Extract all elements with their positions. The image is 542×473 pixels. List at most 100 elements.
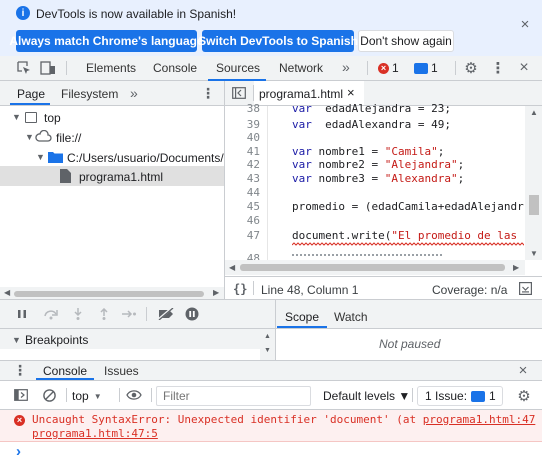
line-number[interactable]: 48 — [224, 252, 260, 260]
tree-item-file[interactable]: programa1.html — [79, 170, 163, 184]
drawer-menu-icon[interactable]: ⋮ — [12, 362, 28, 378]
breakpoints-label[interactable]: Breakpoints — [25, 333, 88, 347]
code-line[interactable]: var nombre2 = "Alejandra"; — [292, 158, 464, 171]
expand-arrow-icon[interactable]: ▼ — [36, 152, 45, 162]
always-match-language-button[interactable]: Always match Chrome's language — [9, 30, 204, 52]
line-number[interactable]: 47 — [224, 229, 260, 242]
coverage-panel-icon[interactable] — [517, 280, 533, 296]
line-number[interactable]: 45 — [224, 200, 260, 213]
close-infobar-button[interactable]: × — [515, 14, 535, 34]
pause-on-exceptions-icon[interactable] — [184, 306, 200, 322]
code-line[interactable]: var nombre3 = "Alexandra"; — [292, 172, 464, 185]
tree-item-origin[interactable]: file:// — [56, 131, 81, 145]
settings-gear-icon[interactable]: ⚙ — [461, 58, 481, 78]
scroll-right-arrow[interactable]: ▶ — [213, 288, 219, 297]
line-number[interactable]: 39 — [224, 118, 260, 131]
issue-label: 1 Issue: — [425, 389, 468, 403]
step-over-icon[interactable] — [42, 306, 60, 322]
code-line[interactable]: var edadAlexandra = 49; — [292, 118, 451, 131]
more-tabs-button[interactable]: » — [342, 59, 350, 75]
filter-input[interactable] — [163, 389, 303, 403]
live-expression-eye-icon[interactable] — [124, 387, 144, 403]
issues-counter-button[interactable]: 1 — [414, 60, 452, 76]
tab-filesystem[interactable]: Filesystem — [61, 87, 118, 101]
log-levels-dropdown[interactable]: Default levels ▼ — [323, 389, 410, 403]
not-paused-message: Not paused — [379, 337, 441, 351]
clear-console-icon[interactable] — [41, 387, 57, 403]
tree-item-top[interactable]: top — [44, 111, 61, 125]
editor-h-scroll-thumb[interactable] — [240, 264, 505, 271]
more-options-icon[interactable]: ⋮ — [488, 58, 508, 78]
filter-input-box[interactable] — [156, 386, 311, 406]
expand-arrow-icon[interactable]: ▼ — [25, 132, 34, 142]
step-into-icon[interactable] — [70, 306, 86, 322]
code-line[interactable]: var nombre1 = "Camila"; — [292, 145, 444, 158]
inspect-element-icon[interactable] — [14, 58, 34, 78]
scroll-down-arrow[interactable]: ▼ — [530, 249, 538, 258]
console-sidebar-icon[interactable] — [12, 387, 30, 403]
console-error-message: Uncaught SyntaxError: Unexpected identif… — [32, 413, 536, 426]
close-devtools-icon[interactable]: × — [514, 58, 534, 78]
editor-scroll-thumb[interactable] — [529, 195, 539, 215]
line-number[interactable]: 38 — [224, 102, 260, 115]
scroll-down-arrow[interactable]: ▼ — [264, 347, 271, 354]
switch-to-spanish-button[interactable]: Switch DevTools to Spanish — [198, 30, 358, 52]
scroll-up-arrow[interactable]: ▲ — [530, 108, 538, 117]
tab-network[interactable]: Network — [279, 61, 323, 75]
line-number[interactable]: 40 — [224, 131, 260, 144]
line-number[interactable]: 43 — [224, 172, 260, 185]
drawer-tab-issues[interactable]: Issues — [104, 364, 139, 378]
cloud-icon — [35, 130, 52, 142]
device-toolbar-icon[interactable] — [38, 58, 58, 78]
context-selector[interactable]: top ▼ — [72, 388, 116, 404]
tab-watch[interactable]: Watch — [334, 310, 368, 324]
expand-arrow-icon[interactable]: ▼ — [12, 335, 21, 345]
drawer-tab-console[interactable]: Console — [43, 364, 87, 378]
tab-page[interactable]: Page — [17, 87, 45, 101]
close-tab-icon[interactable]: × — [347, 85, 355, 100]
pretty-print-button[interactable]: {} — [233, 282, 247, 296]
step-icon[interactable] — [120, 306, 138, 322]
cursor-position: Line 48, Column 1 — [261, 283, 359, 297]
more-nav-tabs-button[interactable]: » — [130, 85, 138, 101]
dont-show-again-button[interactable]: Don't show again — [358, 30, 454, 52]
tab-scope[interactable]: Scope — [285, 310, 319, 324]
close-drawer-icon[interactable]: × — [514, 361, 532, 379]
tree-item-folder[interactable]: C:/Users/usuario/Documents/L — [67, 151, 230, 165]
deactivate-breakpoints-icon[interactable] — [155, 306, 177, 322]
line-number[interactable]: 44 — [224, 186, 260, 199]
editor-tab-filename[interactable]: programa1.html — [259, 87, 343, 101]
issue-icon — [471, 390, 486, 402]
line-number[interactable]: 42 — [224, 158, 260, 171]
pause-icon[interactable] — [14, 306, 30, 322]
console-settings-gear-icon[interactable]: ⚙ — [514, 386, 534, 406]
console-prompt[interactable]: › — [16, 443, 21, 460]
coverage-status: Coverage: n/a — [432, 283, 508, 297]
editor-vertical-scrollbar[interactable] — [525, 106, 542, 260]
issues-button[interactable]: 1 Issue: 1 — [417, 386, 503, 406]
code-line[interactable]: promedio = (edadCamila+edadAlejandra+ — [292, 200, 524, 213]
tab-console[interactable]: Console — [153, 61, 197, 75]
step-out-icon[interactable] — [96, 306, 112, 322]
tab-sources[interactable]: Sources — [216, 61, 260, 75]
navigator-scroll-thumb[interactable] — [14, 291, 204, 297]
line-number[interactable]: 46 — [224, 214, 260, 227]
error-source-link[interactable]: programa1.html:47 — [423, 413, 536, 426]
toggle-navigator-icon[interactable] — [230, 85, 248, 101]
scroll-left-arrow[interactable]: ◀ — [4, 288, 10, 297]
context-label: top — [72, 389, 89, 403]
navigator-menu-icon[interactable]: ⋮ — [199, 84, 217, 102]
error-count: 1 — [392, 61, 399, 75]
scroll-right-arrow[interactable]: ▶ — [513, 263, 519, 272]
code-line-error[interactable]: document.write("El promedio de las ed — [292, 229, 524, 242]
error-counter-button[interactable]: × 1 — [378, 60, 410, 76]
line-number[interactable]: 41 — [224, 145, 260, 158]
infobar-message: DevTools is now available in Spanish! — [36, 7, 237, 21]
tab-elements[interactable]: Elements — [86, 61, 136, 75]
expand-arrow-icon[interactable]: ▼ — [12, 112, 21, 122]
error-location-link[interactable]: programa1.html:47:5 — [32, 427, 158, 440]
scroll-left-arrow[interactable]: ◀ — [229, 263, 235, 272]
scroll-up-arrow[interactable]: ▲ — [264, 333, 271, 340]
issue-count: 1 — [489, 389, 496, 403]
code-line[interactable]: var edadAlejandra = 23; — [292, 102, 451, 114]
